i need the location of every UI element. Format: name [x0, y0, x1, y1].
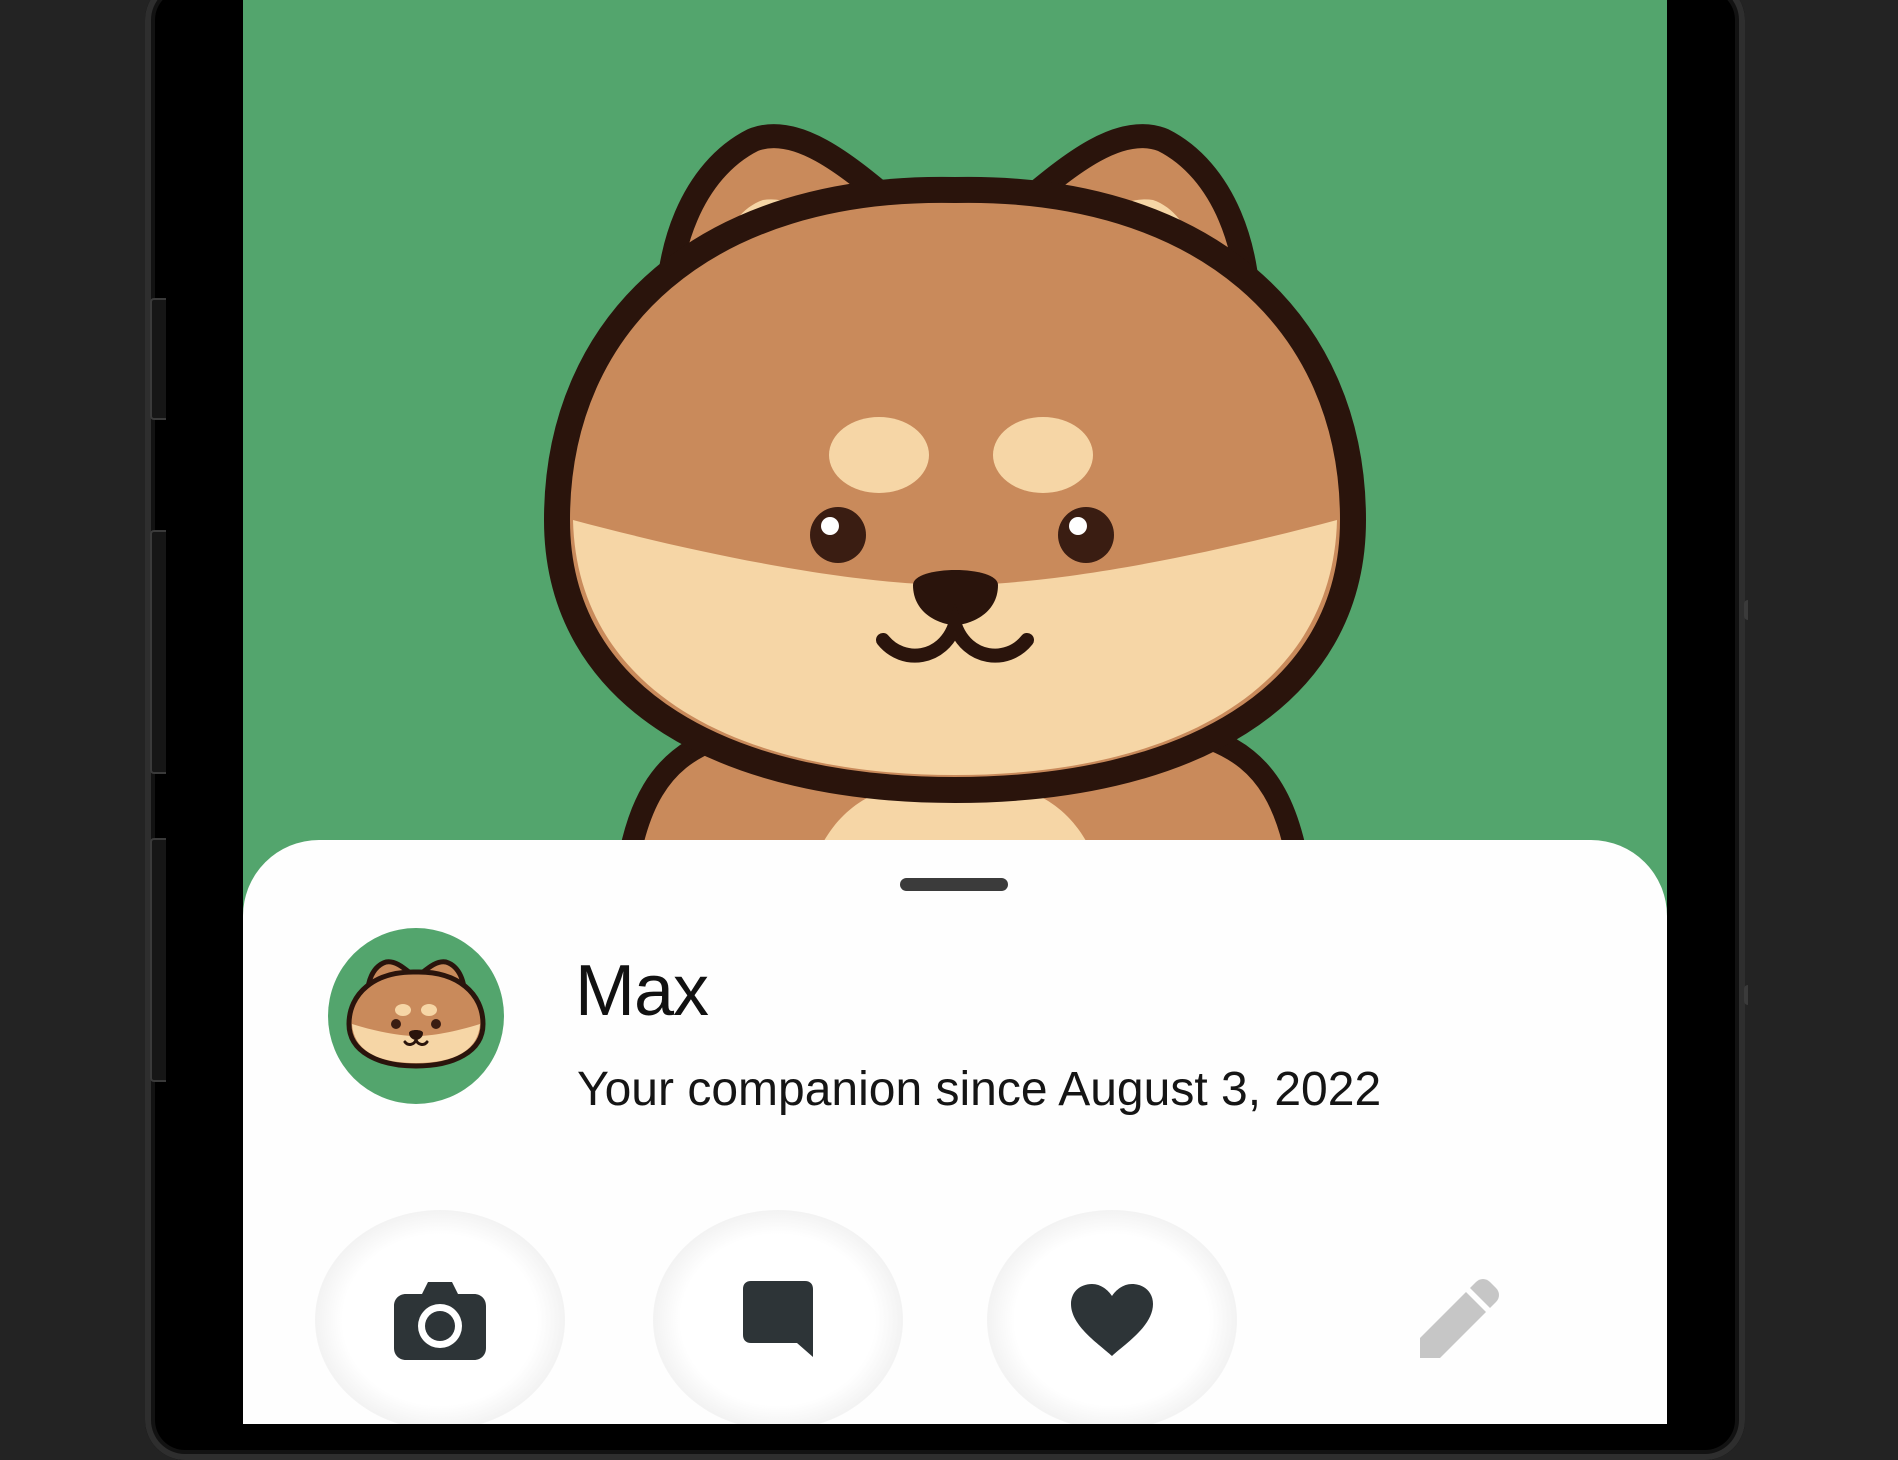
message-button[interactable] [653, 1210, 903, 1424]
action-bar [243, 1210, 1667, 1424]
message-bubble-icon [743, 1281, 813, 1357]
volume-up-button [150, 530, 166, 774]
volume-down-button [150, 838, 166, 1082]
side-mark [1744, 600, 1748, 620]
favorite-button[interactable] [987, 1210, 1237, 1424]
app-screen: Max Your companion since August 3, 2022 [243, 0, 1667, 1424]
edit-button[interactable] [1333, 1210, 1583, 1424]
pet-hero-illustration [543, 124, 1367, 900]
sheet-grabber[interactable] [900, 878, 1008, 891]
pet-companion-since: Your companion since August 3, 2022 [577, 1063, 1382, 1116]
side-mark [1744, 985, 1748, 1005]
camera-icon [394, 1282, 486, 1360]
pet-avatar[interactable] [328, 928, 504, 1104]
camera-button[interactable] [315, 1210, 565, 1424]
heart-icon [1071, 1284, 1153, 1356]
side-button [150, 298, 166, 420]
pet-name: Max [575, 951, 709, 1031]
pet-avatar-icon [346, 959, 486, 1069]
pencil-icon [1420, 1279, 1499, 1358]
pet-profile-sheet[interactable]: Max Your companion since August 3, 2022 [243, 840, 1667, 1424]
